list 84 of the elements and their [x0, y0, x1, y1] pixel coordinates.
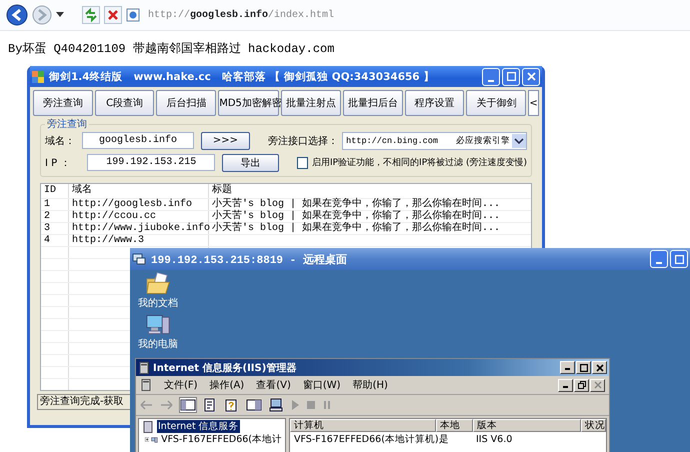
checkbox-label: 启用IP验证功能，不相同的IP将被过滤 (旁注速度变慢)	[312, 156, 527, 169]
export-button[interactable]: 导出	[222, 154, 279, 172]
maximize-icon	[580, 364, 588, 372]
function-button[interactable]: 后台扫描	[156, 90, 216, 116]
tree-item[interactable]: VFS-F167EFFED66(本地计	[160, 433, 283, 446]
function-button[interactable]: 批量注射点	[281, 90, 341, 116]
page-heading: By坏蛋 Q404201109 带越南邻国宰相路过 hackoday.com	[8, 40, 334, 57]
column-header[interactable]: 状况	[581, 419, 606, 432]
column-header[interactable]: 计算机	[290, 419, 436, 432]
maximize-button[interactable]	[576, 361, 591, 374]
address-field[interactable]: http://googlesb.info/index.html	[148, 10, 334, 20]
table-cell: http://www.jiuboke.info	[69, 223, 209, 234]
table-cell-text: 小天苦's blog | 如果在竞争中，你输了，那么你输在时间...	[211, 223, 502, 234]
table-cell: 1	[41, 199, 69, 210]
function-button[interactable]: 批量扫后台	[342, 90, 403, 116]
refresh-icon[interactable]	[82, 6, 100, 24]
computer-icon[interactable]	[145, 313, 171, 337]
function-button[interactable]: 程序设置	[404, 90, 464, 116]
domain-label: 域名：	[45, 134, 76, 148]
close-button[interactable]	[592, 361, 607, 374]
window-title: 御剑1.4终结版 www.hake.cc 哈客部落 【 御剑孤独 QQ:343034656 】	[49, 70, 434, 84]
table-cell: 2	[41, 211, 69, 222]
function-button[interactable]: MD5加密解密	[218, 90, 280, 116]
function-button[interactable]: C段查询	[94, 90, 154, 116]
domain-field[interactable]: googlesb.info	[82, 132, 194, 149]
ip-field[interactable]: 199.192.153.215	[87, 154, 216, 171]
minimize-button[interactable]	[560, 361, 575, 374]
function-button[interactable]: 关于御剑	[466, 90, 526, 116]
column-header[interactable]: 版本	[473, 419, 581, 432]
column-header[interactable]: 本地	[436, 419, 473, 432]
minimize-icon	[488, 80, 494, 82]
ip-label: I P ：	[45, 156, 72, 170]
table-cell-text: 小天苦's blog | 如果在竞争中，你输了，那么你输在时间...	[211, 211, 502, 222]
list-cell-text: IIS V6.0	[475, 434, 514, 444]
close-icon	[596, 364, 604, 372]
menu-item[interactable]: 查看(V)	[256, 378, 291, 392]
list-cell: VFS-F167EFFED66(本地计算机)	[294, 432, 439, 446]
column-header[interactable]: 域名	[69, 184, 209, 198]
dropdown-caret-icon[interactable]	[56, 12, 64, 18]
function-button[interactable]: 旁注查询	[33, 90, 93, 116]
tree-pane-icon[interactable]	[180, 398, 196, 412]
table-cell: 3	[41, 223, 69, 234]
menu-item[interactable]: 窗口(W)	[302, 378, 341, 392]
table-cell: http://ccou.cc	[69, 211, 209, 222]
maximize-icon	[674, 254, 684, 264]
window-title: 199.192.153.215:8819 - 远程桌面	[151, 252, 347, 266]
page-icon	[126, 8, 140, 22]
desktop-icon-label[interactable]: 我的文档	[138, 298, 178, 309]
tree-item[interactable]: Internet 信息服务	[157, 420, 240, 433]
close-icon	[594, 381, 602, 389]
minimize-icon	[565, 368, 570, 370]
minimize-button[interactable]	[558, 378, 573, 392]
menu-item[interactable]: 帮助(H)	[352, 378, 388, 392]
api-dropdown[interactable]: http://cn.bing.com 必应搜索引擎	[342, 132, 527, 150]
minimize-icon	[563, 386, 568, 388]
restore-icon	[578, 381, 586, 389]
menu-item[interactable]: 文件(F)	[164, 378, 198, 392]
ip-checkbox[interactable]	[296, 156, 308, 168]
folder-icon[interactable]	[145, 272, 171, 296]
table-cell: http://googlesb.info	[69, 199, 209, 210]
column-header[interactable]: 标题	[209, 184, 531, 198]
maximize-icon	[506, 72, 516, 81]
table-cell: 4	[41, 235, 69, 246]
expand-icon[interactable]	[145, 435, 150, 444]
pane-icon[interactable]	[246, 398, 262, 412]
close-icon	[526, 72, 536, 81]
query-button[interactable]: >>>	[200, 132, 250, 150]
scroll-button[interactable]: <	[528, 90, 539, 116]
menu-item[interactable]: 操作(A)	[210, 378, 244, 392]
group-title: 旁注查询	[45, 117, 89, 131]
close-button[interactable]	[590, 378, 605, 392]
column-header[interactable]: ID	[41, 184, 69, 198]
window-title: Internet 信息服务(IIS)管理器	[153, 362, 296, 374]
monitor-icon[interactable]	[268, 398, 284, 412]
table-cell-text: 小天苦's blog | 如果在竞争中，你输了，那么你输在时间...	[211, 199, 502, 210]
table-cell: http://www.3	[69, 235, 209, 246]
api-label: 旁注接口选择：	[268, 134, 338, 148]
list-cell-text: 是	[438, 432, 450, 446]
minimize-icon	[656, 262, 662, 264]
restore-button[interactable]	[574, 378, 589, 392]
stop-icon[interactable]	[104, 6, 122, 24]
desktop-icon-label[interactable]: 我的电脑	[138, 339, 178, 350]
app-icon	[32, 70, 44, 82]
back-icon[interactable]	[6, 4, 28, 26]
